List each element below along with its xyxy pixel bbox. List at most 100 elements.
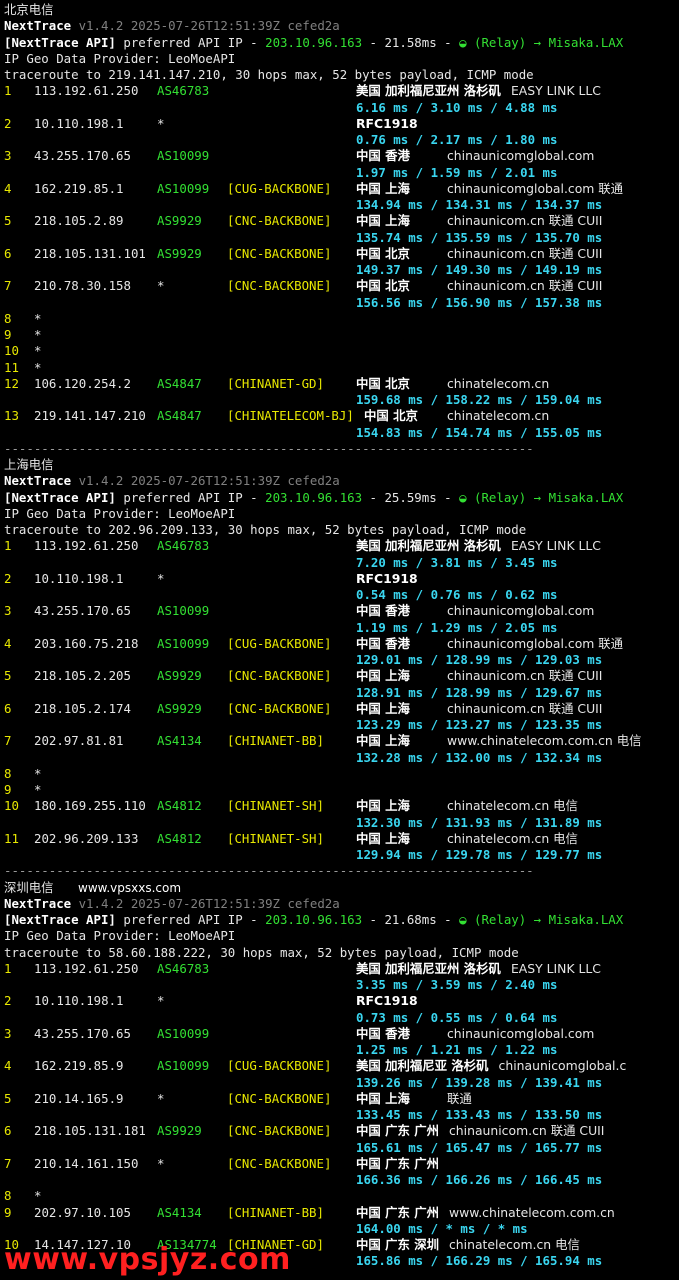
hop-asn: AS10099 (157, 180, 210, 196)
hop-rtt: 165.61 ms / 165.47 ms / 165.77 ms (356, 1139, 603, 1155)
hop-ip: 43.255.170.65 (34, 603, 131, 619)
api-line-text-part: - 21.58ms - (362, 34, 460, 50)
hop-row: 11 202.96.209.133 AS4812 [CHINANET-SH] 中国 上海… (4, 831, 679, 847)
hop-number: 4 (4, 1058, 12, 1074)
hop-tag: [CNC-BACKBONE] (227, 213, 332, 229)
api-line: [NextTrace API] preferred API IP - 203.1… (4, 912, 679, 928)
hop-tag: [CUG-BACKBONE] (227, 635, 332, 651)
hop-tag: [CHINANET-SH] (227, 798, 324, 814)
hop-org: chinatelecom.cn 电信 (447, 798, 578, 814)
hop-row: 10 180.169.255.110 AS4812 [CHINANET-SH] 中国 上… (4, 798, 679, 814)
hop-geo: 中国 上海 (356, 1090, 410, 1106)
section-title-text: 北京电信 (4, 2, 54, 17)
hop-ip: 113.192.61.250 (34, 83, 139, 99)
api-line-text-part: [NextTrace API] (4, 34, 116, 50)
hop-timeout-star: * (34, 359, 42, 375)
hop-asn: AS9929 (157, 700, 202, 716)
hop-asn: AS46783 (157, 538, 210, 554)
hop-asn: AS9929 (157, 245, 202, 261)
hop-org: www.chinatelecom.com.cn 电信 (447, 733, 642, 749)
hop-rtt: 128.91 ms / 128.99 ms / 129.67 ms (356, 684, 603, 700)
hop-ip: 43.255.170.65 (34, 1025, 131, 1041)
hop-rtt: 134.94 ms / 134.31 ms / 134.37 ms (356, 197, 603, 212)
hop-rtt: 135.74 ms / 135.59 ms / 135.70 ms (356, 229, 603, 245)
hop-rtt: 165.86 ms / 166.29 ms / 165.94 ms (356, 1253, 603, 1269)
hop-rtt-row: 128.91 ms / 128.99 ms / 129.67 ms (4, 685, 679, 701)
hop-org: chinaunicomglobal.com (447, 603, 595, 619)
hop-tag: [CUG-BACKBONE] (227, 1058, 332, 1074)
hop-rtt: 154.83 ms / 154.74 ms / 155.05 ms (356, 424, 603, 440)
hop-number: 1 (4, 960, 12, 976)
hop-org: chinaunicom.cn 联通 CUII (447, 700, 603, 716)
hop-rtt-row: 1.19 ms / 1.29 ms / 2.05 ms (4, 620, 679, 636)
hop-ip: 162.219.85.1 (34, 180, 124, 196)
hop-row: 2 10.110.198.1 * RFC1918 (4, 993, 679, 1009)
hop-asn: AS10099 (157, 1058, 210, 1074)
hop-rtt-row: 165.61 ms / 165.47 ms / 165.77 ms (4, 1140, 679, 1156)
hop-number: 5 (4, 213, 12, 229)
hop-number: 3 (4, 603, 12, 619)
hop-ip: 180.169.255.110 (34, 798, 146, 814)
hop-rtt-row: 6.16 ms / 3.10 ms / 4.88 ms (4, 100, 679, 116)
api-line-text-part: 203.10.96.163 (265, 34, 363, 50)
hop-ip: 210.14.161.150 (34, 1155, 139, 1171)
hop-asn: * (157, 1155, 165, 1171)
version-line-text: NextTrace v1.4.2 2025-07-26T12:51:39Z ce… (4, 896, 340, 912)
hop-ip: 113.192.61.250 (34, 960, 139, 976)
hop-rtt-row: 0.54 ms / 0.76 ms / 0.62 ms (4, 587, 679, 603)
hop-rtt-row: 132.28 ms / 132.00 ms / 132.34 ms (4, 750, 679, 766)
hop-asn: AS9929 (157, 213, 202, 229)
hop-org: chinaunicomglobal.com 联通 (447, 635, 624, 651)
api-line-text: [NextTrace API] preferred API IP - 203.1… (4, 912, 623, 928)
hop-org: chinatelecom.cn (447, 375, 550, 391)
hop-org: chinaunicom.cn 联通 CUII (447, 278, 603, 294)
hop-org: chinatelecom.cn 电信 (447, 830, 578, 846)
hop-ip: 218.105.131.181 (34, 1123, 146, 1139)
hop-rtt-row: 7.20 ms / 3.81 ms / 3.45 ms (4, 555, 679, 571)
api-line-text-part: 203.10.96.163 (265, 489, 363, 505)
hop-org: 联通 (447, 1090, 472, 1106)
hop-tag: [CNC-BACKBONE] (227, 1090, 332, 1106)
api-line-text-part: ◒ (Relay) → Misaka.LAX (459, 489, 624, 505)
hop-number: 11 (4, 359, 19, 375)
api-line-text-part: [NextTrace API] (4, 912, 116, 927)
hop-rtt: 6.16 ms / 3.10 ms / 4.88 ms (356, 99, 558, 115)
geo-provider-text: IP Geo Data Provider: LeoMoeAPI (4, 928, 236, 944)
hop-rtt-row: 0.76 ms / 2.17 ms / 1.80 ms (4, 132, 679, 148)
hop-row: 1 113.192.61.250 AS46783 美国 加利福尼亚州 洛杉矶 EASY … (4, 83, 679, 99)
geo-provider-line: IP Geo Data Provider: LeoMoeAPI (4, 506, 679, 522)
hop-rtt-row: 154.83 ms / 154.74 ms / 155.05 ms (4, 425, 679, 441)
api-line-text-part: preferred API IP - (115, 34, 266, 50)
hop-number: 6 (4, 1123, 12, 1139)
hop-row-timeout: 11 * (4, 360, 679, 376)
hop-rtt: 1.25 ms / 1.21 ms / 1.22 ms (356, 1042, 558, 1057)
hop-rtt-row: 129.94 ms / 129.78 ms / 129.77 ms (4, 847, 679, 863)
geo-provider-text: IP Geo Data Provider: LeoMoeAPI (4, 505, 236, 521)
hop-rtt-row: 1.25 ms / 1.21 ms / 1.22 ms (4, 1042, 679, 1058)
hop-row: 3 43.255.170.65 AS10099 中国 香港 chinaunicomglo… (4, 1026, 679, 1042)
hop-timeout-star: * (34, 343, 42, 359)
hop-rtt-row: 166.36 ms / 166.26 ms / 166.45 ms (4, 1172, 679, 1188)
hop-asn: AS4812 (157, 830, 202, 846)
hop-rtt-row: 139.26 ms / 139.28 ms / 139.41 ms (4, 1075, 679, 1091)
hop-tag: [CHINATELECOM-BJ] (227, 408, 354, 424)
hop-tag: [CNC-BACKBONE] (227, 668, 332, 684)
hop-number: 2 (4, 115, 12, 131)
hop-tag: [CUG-BACKBONE] (227, 180, 332, 196)
hop-org: chinaunicomglobal.c (498, 1058, 627, 1074)
hop-geo: 中国 北京 (356, 278, 410, 294)
hop-geo: 中国 香港 (356, 635, 410, 651)
hop-number: 9 (4, 1204, 12, 1220)
api-line-text-part: - 21.68ms - (362, 912, 460, 927)
hop-asn: * (157, 570, 165, 586)
hop-geo: 中国 北京 (356, 375, 410, 391)
hop-row: 4 162.219.85.1 AS10099 [CUG-BACKBONE] 中国 上海 c… (4, 181, 679, 197)
hop-geo: 中国 上海 (356, 700, 410, 716)
hop-number: 7 (4, 733, 12, 749)
hop-rtt: 164.00 ms / * ms / * ms (356, 1220, 528, 1236)
hop-asn: AS9929 (157, 1123, 202, 1139)
hop-number: 8 (4, 765, 12, 781)
traceroute-line: traceroute to 202.96.209.133, 30 hops ma… (4, 522, 679, 538)
hop-number: 13 (4, 408, 19, 424)
hop-asn: AS4847 (157, 408, 202, 424)
